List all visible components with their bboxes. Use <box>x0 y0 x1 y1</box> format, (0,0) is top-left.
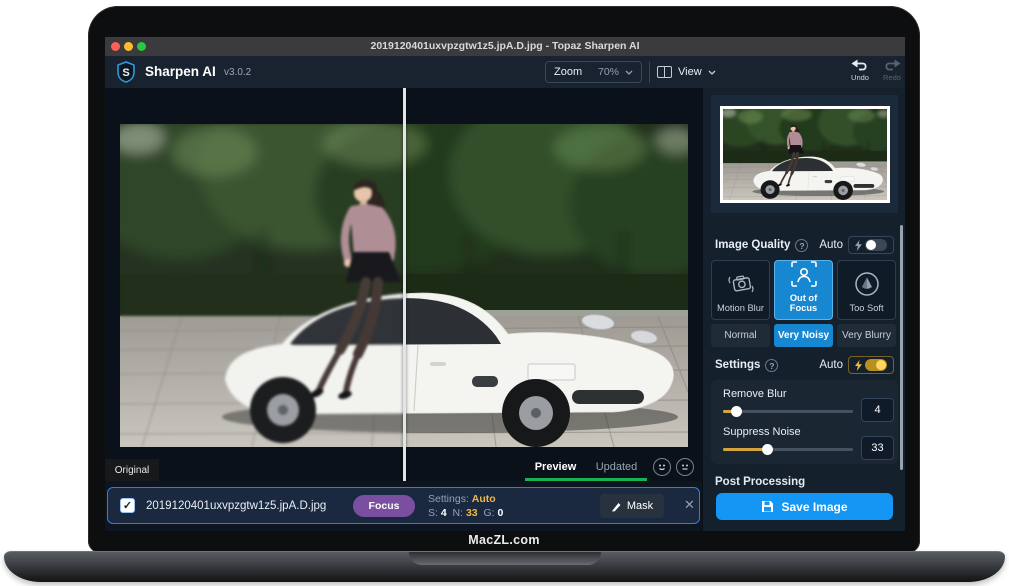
mode-label: Motion Blur <box>717 303 764 313</box>
settings-key: Settings: <box>428 493 469 505</box>
suppress-noise-slider[interactable] <box>723 448 853 451</box>
mode-out-of-focus-button[interactable]: Out of Focus <box>774 260 833 320</box>
svg-text:S: S <box>122 67 129 79</box>
settings-sliders-box: Remove Blur 4 Suppress Noise 33 <box>711 380 898 464</box>
post-processing-title: Post Processing <box>715 476 805 488</box>
save-image-button[interactable]: Save Image <box>716 493 893 520</box>
main-canvas[interactable]: Original Preview Updated <box>105 88 702 481</box>
undo-label: Undo <box>845 73 875 82</box>
stat-n-key: N: <box>453 507 464 519</box>
settings-row: Settings ? Auto <box>715 356 894 374</box>
image-quality-row: Image Quality ? Auto <box>715 236 894 254</box>
chevron-down-icon <box>625 70 633 75</box>
undo-button[interactable]: Undo <box>845 59 875 82</box>
stat-s-key: S: <box>428 507 438 519</box>
redo-icon <box>883 59 901 72</box>
zoom-control[interactable]: Zoom 70% <box>545 61 642 83</box>
chevron-down-icon <box>708 70 716 75</box>
app-screen: 2019120401uxvpzgtw1z5.jpA.D.jpg - Topaz … <box>105 37 905 531</box>
original-half-overlay <box>120 124 404 447</box>
laptop-lid-notch <box>409 552 601 565</box>
stat-g-key: G: <box>483 507 494 519</box>
image-quality-title: Image Quality <box>715 239 790 251</box>
suppress-noise-value[interactable]: 33 <box>861 436 894 460</box>
header-divider <box>649 62 650 83</box>
file-name: 2019120401uxvpzgtw1z5.jpA.D.jpg <box>146 500 326 512</box>
mode-label: Too Soft <box>849 303 883 313</box>
auto-label: Auto <box>819 239 843 251</box>
slider-knob[interactable] <box>762 444 773 455</box>
auto-label: Auto <box>819 359 843 371</box>
close-icon[interactable]: ✕ <box>684 497 695 513</box>
noise-very-blurry-button[interactable]: Very Blurry <box>837 324 896 347</box>
tabs-progress-bar <box>525 478 647 481</box>
file-checkbox[interactable]: ✓ <box>120 498 135 513</box>
window-titlebar: 2019120401uxvpzgtw1z5.jpA.D.jpg - Topaz … <box>105 37 905 56</box>
app-header: S Sharpen AI v3.0.2 Zoom 70% View Undo <box>105 56 905 89</box>
mode-label: Out of Focus <box>775 293 832 313</box>
noise-very-noisy-button[interactable]: Very Noisy <box>774 324 833 347</box>
window-title: 2019120401uxvpzgtw1z5.jpA.D.jpg - Topaz … <box>105 37 905 56</box>
suppress-noise-label: Suppress Noise <box>723 426 801 438</box>
soft-circle-icon <box>854 271 880 297</box>
save-image-label: Save Image <box>781 500 847 514</box>
right-panel: Image Quality ? Auto Motion Blur <box>702 88 905 531</box>
help-icon[interactable]: ? <box>795 239 808 252</box>
help-icon[interactable]: ? <box>765 359 778 372</box>
zoom-value: 70% <box>598 66 619 78</box>
original-label: Original <box>105 459 159 481</box>
panel-scrollbar[interactable] <box>900 225 903 470</box>
floppy-disk-icon <box>761 500 774 513</box>
image-quality-auto-toggle[interactable] <box>848 236 894 254</box>
laptop-base <box>4 551 1005 582</box>
redo-label: Redo <box>877 73 905 82</box>
stat-n-value: 33 <box>466 507 478 519</box>
feedback-neutral-icon[interactable] <box>676 458 694 476</box>
remove-blur-value[interactable]: 4 <box>861 398 894 422</box>
feedback-happy-icon[interactable] <box>653 458 671 476</box>
remove-blur-slider[interactable] <box>723 410 853 413</box>
maximize-traffic-light[interactable] <box>137 42 146 51</box>
app-version: v3.0.2 <box>224 67 251 78</box>
remove-blur-label: Remove Blur <box>723 388 787 400</box>
mask-button[interactable]: Mask <box>600 494 664 518</box>
zoom-label: Zoom <box>554 66 582 78</box>
watermark-text: MacZL.com <box>88 533 920 547</box>
redo-button[interactable]: Redo <box>877 59 905 82</box>
navigator-thumbnail-wrap <box>711 95 898 213</box>
settings-auto-toggle[interactable] <box>848 356 894 374</box>
minimize-traffic-light[interactable] <box>124 42 133 51</box>
stat-s-value: 4 <box>441 507 447 519</box>
stat-g-value: 0 <box>498 507 504 519</box>
mask-label: Mask <box>627 500 653 512</box>
split-view-icon <box>657 66 672 78</box>
file-settings-summary: Settings: Auto S: 4 N: 33 G: 0 <box>428 492 503 520</box>
focus-badge: Focus <box>353 495 415 517</box>
settings-title: Settings <box>715 359 760 371</box>
noise-normal-button[interactable]: Normal <box>711 324 770 347</box>
brush-icon <box>611 501 622 512</box>
navigator-thumbnail[interactable] <box>720 106 890 203</box>
view-label: View <box>678 66 702 78</box>
close-traffic-light[interactable] <box>111 42 120 51</box>
slider-knob[interactable] <box>731 406 742 417</box>
lightning-bolt-icon <box>855 240 862 251</box>
lightning-bolt-icon <box>855 360 862 371</box>
app-name: Sharpen AI <box>145 64 216 79</box>
undo-icon <box>851 59 869 72</box>
settings-value: Auto <box>472 493 496 505</box>
camera-shake-icon <box>727 273 755 297</box>
focus-person-icon <box>791 261 817 287</box>
split-divider-handle[interactable] <box>403 88 406 481</box>
mode-too-soft-button[interactable]: Too Soft <box>837 260 896 320</box>
view-control[interactable]: View <box>657 61 716 83</box>
mode-motion-blur-button[interactable]: Motion Blur <box>711 260 770 320</box>
file-bar: ✓ 2019120401uxvpzgtw1z5.jpA.D.jpg Focus … <box>107 487 700 524</box>
sharpen-ai-logo-icon: S <box>115 61 137 83</box>
